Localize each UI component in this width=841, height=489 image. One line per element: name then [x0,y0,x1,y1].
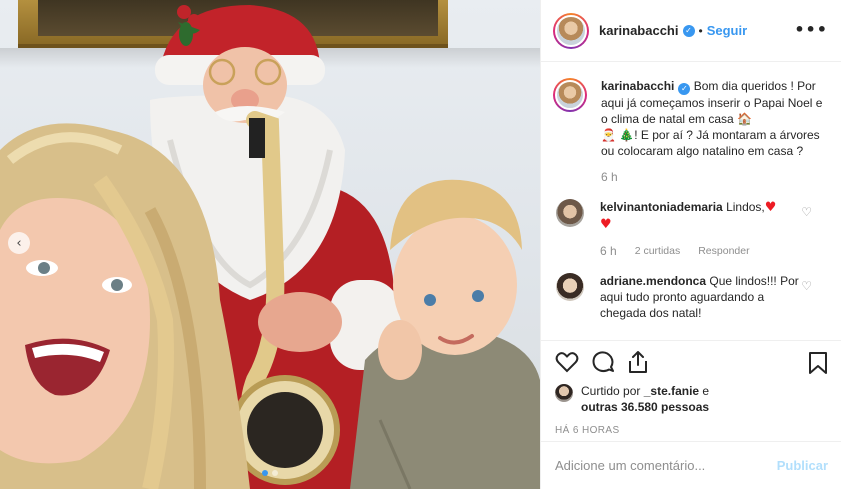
commenter-avatar[interactable] [556,199,584,227]
post-actions: Curtido por _ste.fanie e outras 36.580 p… [541,340,841,440]
commenter-avatar[interactable] [556,273,584,301]
house-icon: 🏠 [737,112,753,126]
like-comment-heart-icon[interactable]: ♡ [801,279,812,293]
caption-avatar[interactable] [553,78,587,112]
previous-photo-button[interactable]: ‹ [8,232,30,254]
liked-by-others[interactable]: outras 36.580 pessoas [581,400,709,414]
author-username[interactable]: karinabacchi [599,23,679,38]
liked-by-and: e [702,384,710,398]
commenter-username[interactable]: adriane.mendonca [600,274,706,288]
post-timestamp[interactable]: HÁ 6 HORAS [555,425,828,436]
tree-icon: 🎄 [619,128,635,142]
more-icon[interactable]: ••• [794,20,828,39]
comment-item: adriane.mendonca Que lindos!!! Por aqui … [553,273,830,321]
share-icon[interactable] [627,350,649,374]
comment-item: kelvinantoniademaria Lindos,♥ ♥ 6 h 2 cu… [553,199,830,259]
publish-button[interactable]: Publicar [777,458,828,473]
follow-button[interactable]: Seguir [707,23,747,38]
commenter-username[interactable]: kelvinantoniademaria [600,200,723,214]
comment-text: Lindos, [726,200,765,214]
post-photo[interactable]: ‹ [0,0,540,489]
post-header: karinabacchi ✓ • Seguir ••• [541,0,841,62]
post-sidebar: karinabacchi ✓ • Seguir ••• karinabacchi… [540,0,841,489]
separator: • [698,23,703,38]
verified-icon: ✓ [678,83,691,95]
verified-icon: ✓ [682,24,695,37]
santa-icon: 🎅 [601,128,616,142]
comment-icon[interactable] [591,350,615,374]
liker-avatar[interactable] [555,384,573,402]
caption-text-tail: ! E por aí ? Já montaram a árvores ou co… [601,128,820,158]
comment-input[interactable] [555,458,755,473]
liked-by-prefix: Curtido por [581,384,641,398]
post-caption: karinabacchi ✓ Bom dia queridos ! Por aqu… [553,78,830,185]
author-avatar[interactable] [553,12,589,49]
liked-by-user[interactable]: _ste.fanie [644,384,699,398]
liked-by: Curtido por _ste.fanie e outras 36.580 p… [555,383,828,415]
carousel-dot [272,470,278,476]
comment-likes[interactable]: 2 curtidas [635,243,681,259]
comment-time[interactable]: 6 h [600,243,617,259]
reply-button[interactable]: Responder [698,243,749,259]
heart-emoji-icon: ♥ [600,217,612,232]
bookmark-icon[interactable] [808,351,828,378]
caption-username[interactable]: karinabacchi [601,79,674,93]
add-comment-bar: Publicar [541,441,841,489]
carousel-indicator [262,470,278,476]
chevron-left-icon: ‹ [16,235,22,251]
comments-list[interactable]: karinabacchi ✓ Bom dia queridos ! Por aqu… [541,62,841,340]
like-heart-icon[interactable] [555,351,579,373]
photo-illustration [0,5,540,489]
caption-time[interactable]: 6 h [601,169,618,185]
heart-emoji-icon: ♥ [764,200,777,215]
carousel-dot [262,470,268,476]
like-comment-heart-icon[interactable]: ♡ [801,205,812,219]
